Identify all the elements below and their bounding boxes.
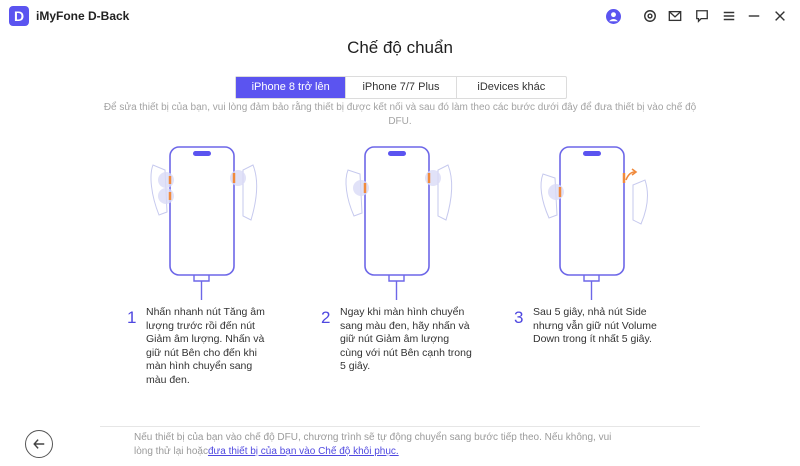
step-1-text: Nhấn nhanh nút Tăng âm lượng trước rồi đ…	[146, 306, 265, 386]
title-bar: D iMyFone D-Back	[0, 0, 800, 34]
step-3-illustration	[535, 140, 655, 300]
app-logo: D	[9, 6, 29, 26]
feedback-icon[interactable]	[693, 7, 711, 25]
instructions-subtitle: Để sửa thiết bị của bạn, vui lòng đảm bả…	[103, 102, 697, 127]
user-icon[interactable]	[604, 7, 622, 25]
tab-iphone-7[interactable]: iPhone 7/7 Plus	[346, 77, 457, 98]
tab-other-idevices[interactable]: iDevices khác	[457, 77, 566, 98]
step-3-number: 3	[514, 308, 524, 327]
back-button[interactable]	[25, 430, 53, 458]
device-tabs: iPhone 8 trở lên iPhone 7/7 Plus iDevice…	[235, 76, 567, 99]
minimize-icon[interactable]	[745, 7, 763, 25]
step-2-text: Ngay khi màn hình chuyển sang màu đen, h…	[340, 306, 472, 372]
step-1-number: 1	[127, 308, 137, 327]
step-2-illustration	[340, 140, 460, 300]
recovery-mode-link[interactable]: đưa thiết bị của bạn vào Chế độ khôi phụ…	[208, 446, 399, 457]
tab-iphone-8-and-later[interactable]: iPhone 8 trở lên	[236, 77, 347, 98]
arrow-left-icon	[33, 439, 45, 449]
step-2-number: 2	[321, 308, 331, 327]
step-1-illustration	[145, 140, 265, 300]
step-3-text: Sau 5 giây, nhả nút Side nhưng vẫn giữ n…	[533, 306, 657, 345]
mail-icon[interactable]	[666, 7, 684, 25]
app-name: iMyFone D-Back	[36, 9, 130, 23]
footer-note: Nếu thiết bị của bạn vào chế độ DFU, chư…	[134, 431, 614, 458]
page-title: Chế độ chuẩn	[347, 38, 453, 57]
menu-icon[interactable]	[720, 7, 738, 25]
settings-icon[interactable]	[641, 7, 659, 25]
footer-divider	[100, 426, 700, 427]
close-icon[interactable]	[771, 7, 789, 25]
